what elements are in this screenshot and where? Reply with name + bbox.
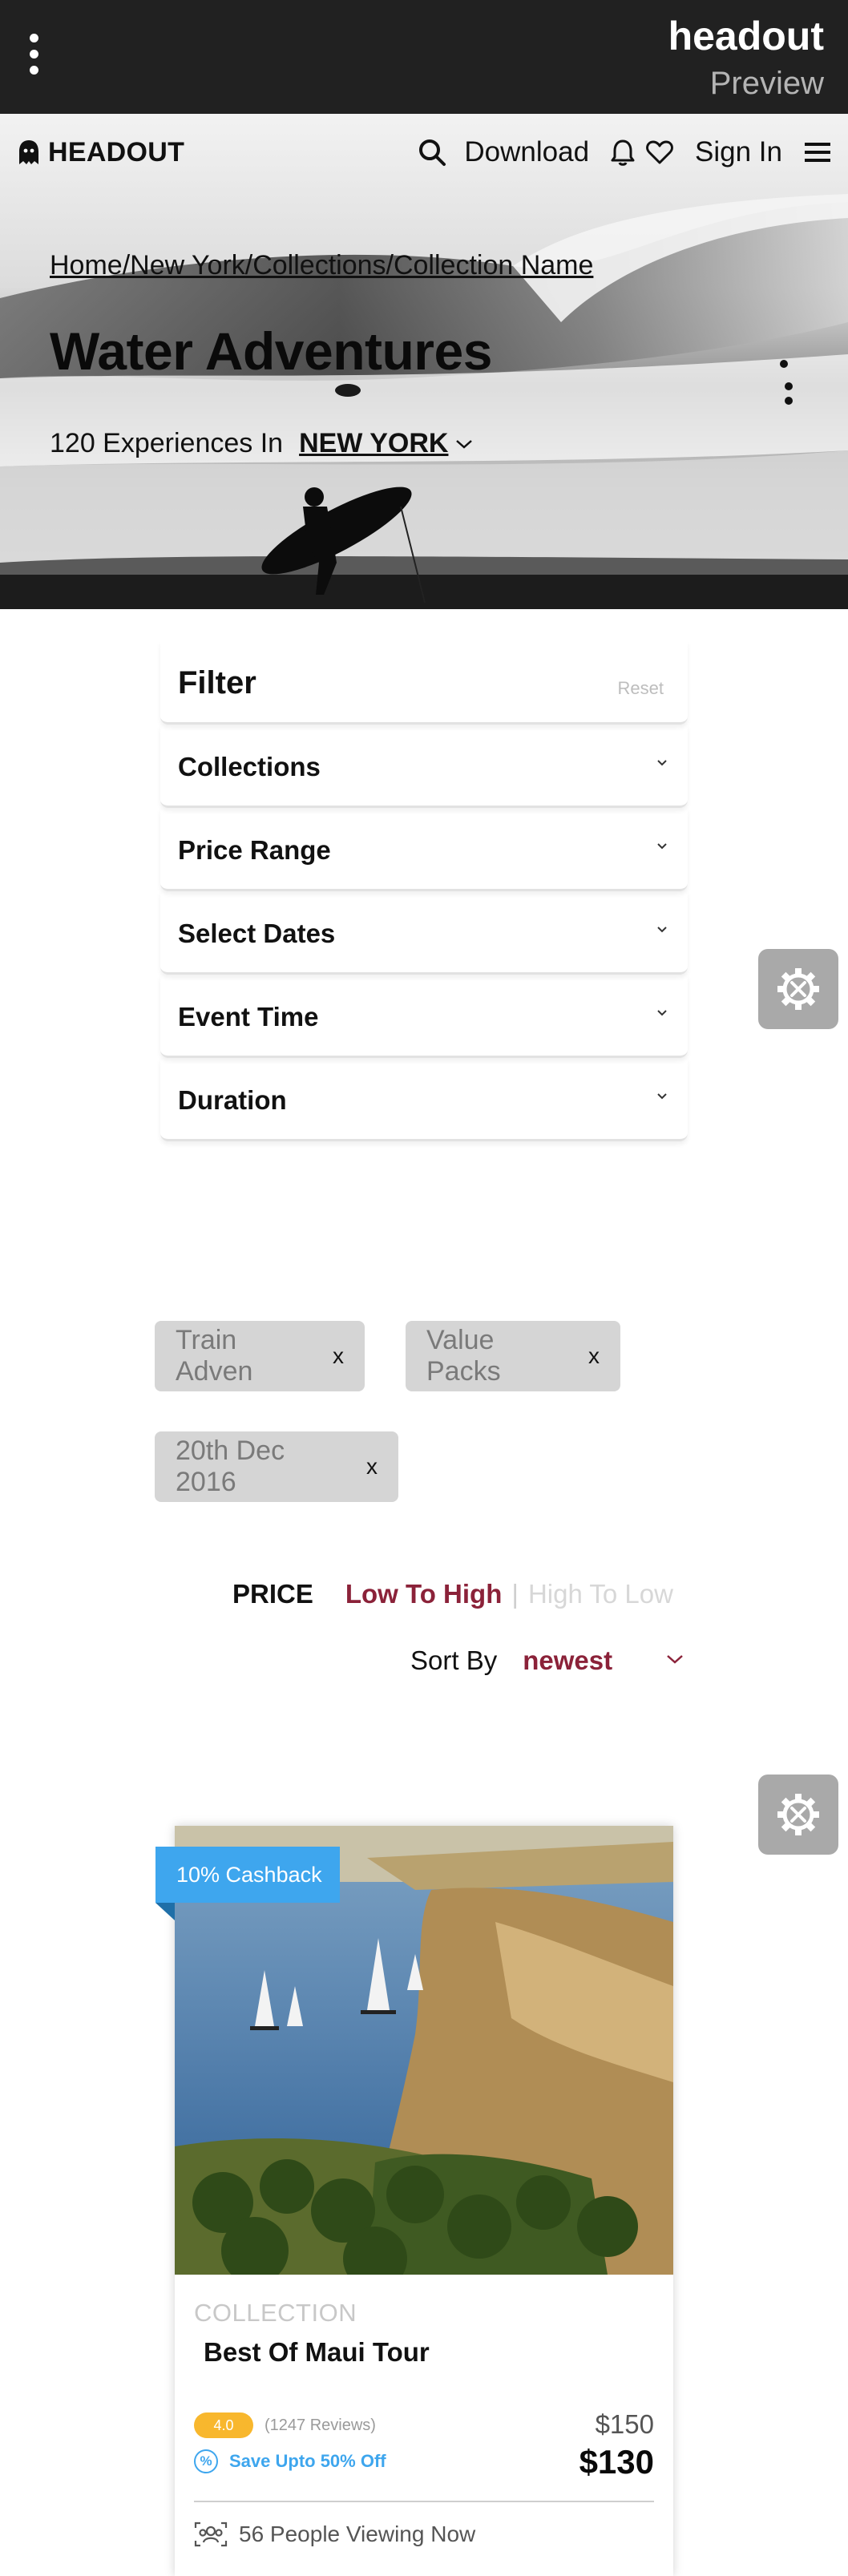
ribbon-fold [155,1903,175,1920]
sort-low-to-high[interactable]: Low To High [345,1579,503,1609]
filter-event-time[interactable]: Event Time [160,975,688,1058]
heart-icon[interactable] [645,139,674,166]
filter-item-label: Duration [178,1085,287,1115]
sign-in-link[interactable]: Sign In [695,136,782,168]
reset-button[interactable]: Reset [618,678,664,699]
sale-price: $130 [579,2443,654,2481]
page-title: Water Adventures [50,321,492,381]
filter-collections[interactable]: Collections [160,725,688,808]
ghost-logo-icon [19,140,38,164]
chip-label: 20th Dec 2016 [176,1435,285,1497]
gear-icon [777,968,819,1010]
breadcrumb[interactable]: Home/New York/Collections/Collection Nam… [50,250,593,281]
download-link[interactable]: Download [464,136,589,168]
top-navbar: HEADOUT Download Sign In [0,114,848,194]
rating-badge: 4.0 [194,2412,253,2438]
viewers-text: 56 People Viewing Now [239,2521,476,2546]
chip-remove-button[interactable]: x [588,1343,600,1369]
search-icon[interactable] [418,138,446,167]
filter-chip[interactable]: Train Adven x [155,1321,365,1391]
settings-fab[interactable] [758,1775,838,1855]
sort-by-value[interactable]: newest [523,1645,612,1676]
discount-text: Save Upto 50% Off [229,2451,386,2471]
chevron-down-icon [657,1093,667,1100]
hamburger-icon[interactable] [805,141,830,164]
original-price: $150 [595,2409,654,2439]
chip-remove-button[interactable]: x [333,1343,344,1369]
chevron-down-icon [657,927,667,933]
experience-count-text: 120 Experiences In [50,428,284,458]
people-icon [194,2521,228,2547]
price-label: PRICE [232,1579,313,1609]
sort-high-to-low[interactable]: High To Low [528,1579,673,1609]
filter-price-range[interactable]: Price Range [160,808,688,891]
chevron-down-icon[interactable] [665,1653,684,1666]
filter-panel: Filter Reset Collections Price Range Sel… [160,641,688,1141]
kebab-menu-icon[interactable] [24,34,43,85]
sort-by-dropdown[interactable]: Sort By newest [410,1643,688,1678]
card-type: COLLECTION [194,2299,357,2327]
cashback-ribbon: 10% Cashback [155,1847,340,1903]
filter-header: Filter Reset [160,641,688,725]
viewers-indicator: 56 People Viewing Now [194,2521,475,2547]
sort-separator: | [511,1579,519,1609]
card-title[interactable]: Best Of Maui Tour [204,2337,430,2368]
nav-actions: Download Sign In [418,135,830,170]
experience-count: 120 Experiences In NEW YORK [50,428,474,459]
chip-label: Value Packs [426,1325,501,1387]
rating: 4.0 (1247 Reviews) [194,2412,376,2438]
settings-fab[interactable] [758,949,838,1029]
logo-text: HEADOUT [48,136,185,168]
chevron-down-icon [657,760,667,766]
percent-icon: % [194,2449,218,2473]
filter-item-label: Event Time [178,1002,319,1032]
chevron-down-icon [657,843,667,850]
preview-bar: headout Preview [0,0,848,114]
city-selector[interactable]: NEW YORK [299,428,448,459]
bell-icon[interactable] [610,138,636,167]
experience-card[interactable]: 10% Cashback COLLECTION Best Of Maui Tou… [155,1826,673,2576]
chevron-down-icon [657,1010,667,1016]
filter-chip[interactable]: 20th Dec 2016 x [155,1431,398,1502]
filter-item-label: Select Dates [178,919,336,948]
logo[interactable]: HEADOUT [18,135,184,170]
filter-chip[interactable]: Value Packs x [406,1321,620,1391]
filter-title: Filter [178,665,256,701]
chip-label: Train Adven [176,1325,253,1387]
filter-item-label: Collections [178,752,321,781]
preview-subtitle: Preview [709,66,824,101]
preview-brand: headout [668,14,824,59]
sort-by-label: Sort By [410,1645,498,1675]
filter-duration[interactable]: Duration [160,1058,688,1141]
chip-remove-button[interactable]: x [366,1454,378,1480]
discount: % Save Upto 50% Off [194,2449,386,2473]
review-count[interactable]: (1247 Reviews) [264,2417,376,2435]
gear-icon [777,1794,819,1835]
card-divider [194,2501,654,2502]
price-sort: PRICE Low To High | High To Low [232,1579,673,1609]
filter-select-dates[interactable]: Select Dates [160,891,688,975]
chevron-down-icon[interactable] [454,438,474,450]
hero-banner: HEADOUT Download Sign In Home/New York/C… [0,114,848,609]
filter-item-label: Price Range [178,835,331,865]
